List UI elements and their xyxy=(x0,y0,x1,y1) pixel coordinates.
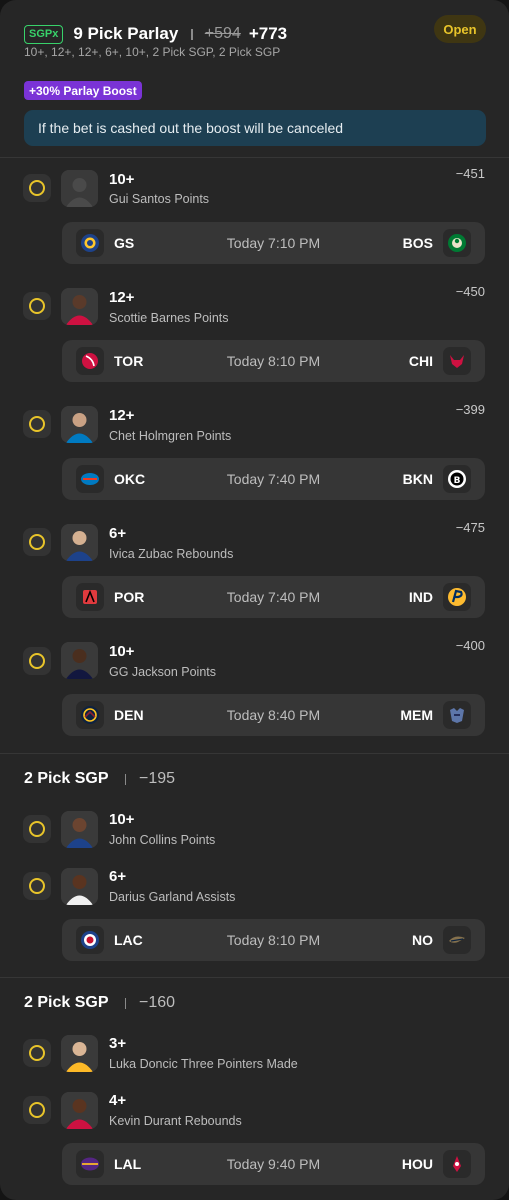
leg-description: Scottie Barnes Points xyxy=(109,311,229,325)
away-team: GS xyxy=(114,235,135,251)
leg-radio[interactable] xyxy=(23,815,51,843)
lakers-logo-icon xyxy=(76,1150,104,1178)
leg-line: 12+ xyxy=(109,407,135,424)
player-avatar xyxy=(61,170,98,207)
leg-radio[interactable] xyxy=(23,174,51,202)
player-avatar xyxy=(61,868,98,905)
leg-odds: −451 xyxy=(455,166,485,181)
sgp-title: 2 Pick SGP xyxy=(24,994,109,1011)
leg-radio[interactable] xyxy=(23,1039,51,1067)
leg-odds: −400 xyxy=(455,638,485,653)
home-team: MEM xyxy=(400,707,433,723)
leg-radio[interactable] xyxy=(23,410,51,438)
away-team: DEN xyxy=(114,707,144,723)
game-row[interactable]: GS Today 7:10 PM BOS xyxy=(62,222,485,264)
sgpx-badge: SGPx xyxy=(24,24,64,44)
leg-line: 6+ xyxy=(109,525,127,542)
pelicans-logo-icon xyxy=(443,926,471,954)
player-avatar xyxy=(61,406,98,443)
leg-odds: −450 xyxy=(455,284,485,299)
player-avatar xyxy=(61,288,98,325)
leg-line: 12+ xyxy=(109,289,135,306)
status-badge: Open xyxy=(434,15,486,43)
leg-line: 4+ xyxy=(109,1092,127,1109)
player-avatar xyxy=(61,1092,98,1129)
home-team: NO xyxy=(412,932,433,948)
separator xyxy=(124,773,126,785)
away-team: TOR xyxy=(114,353,144,369)
leg-odds: −475 xyxy=(455,520,485,535)
leg-description: Chet Holmgren Points xyxy=(109,429,232,443)
leg-line: 10+ xyxy=(109,643,135,660)
leg-description: John Collins Points xyxy=(109,833,216,847)
home-team: CHI xyxy=(408,353,433,369)
leg-description: Luka Doncic Three Pointers Made xyxy=(109,1057,298,1071)
sgp-group-header: 2 Pick SGP −160 xyxy=(24,994,175,1012)
bulls-logo-icon xyxy=(443,347,471,375)
leg-line: 10+ xyxy=(109,811,135,828)
bet-card: SGPx 9 Pick Parlay +594 +773 10+, 12+, 1… xyxy=(0,0,509,1200)
game-row[interactable]: LAL Today 9:40 PM HOU xyxy=(62,1143,485,1185)
game-row[interactable]: LAC Today 8:10 PM NO xyxy=(62,919,485,961)
trail-blazers-logo-icon xyxy=(76,583,104,611)
nets-logo-icon: B xyxy=(443,465,471,493)
home-team: BOS xyxy=(402,235,433,251)
away-team: LAL xyxy=(114,1156,142,1172)
boost-notice: If the bet is cashed out the boost will … xyxy=(24,110,486,146)
boosted-odds: +773 xyxy=(248,24,288,43)
grizzlies-logo-icon xyxy=(443,701,471,729)
sgp-title: 2 Pick SGP xyxy=(24,770,109,787)
separator xyxy=(124,997,126,1009)
sgp-group-header: 2 Pick SGP −195 xyxy=(24,770,175,788)
svg-text:B: B xyxy=(454,476,461,486)
home-team: HOU xyxy=(401,1156,433,1172)
rockets-logo-icon xyxy=(443,1150,471,1178)
game-row[interactable]: POR Today 7:40 PM IND xyxy=(62,576,485,618)
leg-line: 3+ xyxy=(109,1035,127,1052)
bet-header: SGPx 9 Pick Parlay +594 +773 xyxy=(24,22,287,46)
bet-subtitle: 10+, 12+, 12+, 6+, 10+, 2 Pick SGP, 2 Pi… xyxy=(24,45,281,59)
pacers-logo-icon xyxy=(443,583,471,611)
clippers-logo-icon xyxy=(76,926,104,954)
home-team: IND xyxy=(408,589,433,605)
leg-radio[interactable] xyxy=(23,872,51,900)
game-row[interactable]: DEN Today 8:40 PM MEM xyxy=(62,694,485,736)
game-row[interactable]: OKC Today 7:40 PM BKN B xyxy=(62,458,485,500)
leg-odds: −399 xyxy=(455,402,485,417)
leg-radio[interactable] xyxy=(23,528,51,556)
away-team: OKC xyxy=(114,471,146,487)
leg-radio[interactable] xyxy=(23,292,51,320)
divider xyxy=(0,753,509,754)
leg-description: GG Jackson Points xyxy=(109,665,216,679)
divider xyxy=(0,977,509,978)
sgp-odds: −160 xyxy=(139,994,176,1011)
leg-description: Darius Garland Assists xyxy=(109,890,236,904)
nuggets-logo-icon xyxy=(76,701,104,729)
celtics-logo-icon xyxy=(443,229,471,257)
original-odds: +594 xyxy=(204,25,241,42)
divider xyxy=(0,157,509,158)
separator xyxy=(191,28,193,40)
game-row[interactable]: TOR Today 8:10 PM CHI xyxy=(62,340,485,382)
thunder-logo-icon xyxy=(76,465,104,493)
leg-radio[interactable] xyxy=(23,1096,51,1124)
leg-line: 10+ xyxy=(109,171,135,188)
home-team: BKN xyxy=(402,471,433,487)
raptors-logo-icon xyxy=(76,347,104,375)
bet-title: 9 Pick Parlay xyxy=(73,24,179,43)
leg-radio[interactable] xyxy=(23,647,51,675)
sgp-odds: −195 xyxy=(139,770,176,787)
player-avatar xyxy=(61,1035,98,1072)
warriors-logo-icon xyxy=(76,229,104,257)
leg-description: Kevin Durant Rebounds xyxy=(109,1114,242,1128)
away-team: LAC xyxy=(114,932,143,948)
leg-line: 6+ xyxy=(109,868,127,885)
leg-description: Gui Santos Points xyxy=(109,192,210,206)
away-team: POR xyxy=(114,589,145,605)
player-avatar xyxy=(61,642,98,679)
parlay-boost-tag: +30% Parlay Boost xyxy=(24,81,142,100)
leg-description: Ivica Zubac Rebounds xyxy=(109,547,234,561)
player-avatar xyxy=(61,811,98,848)
player-avatar xyxy=(61,524,98,561)
